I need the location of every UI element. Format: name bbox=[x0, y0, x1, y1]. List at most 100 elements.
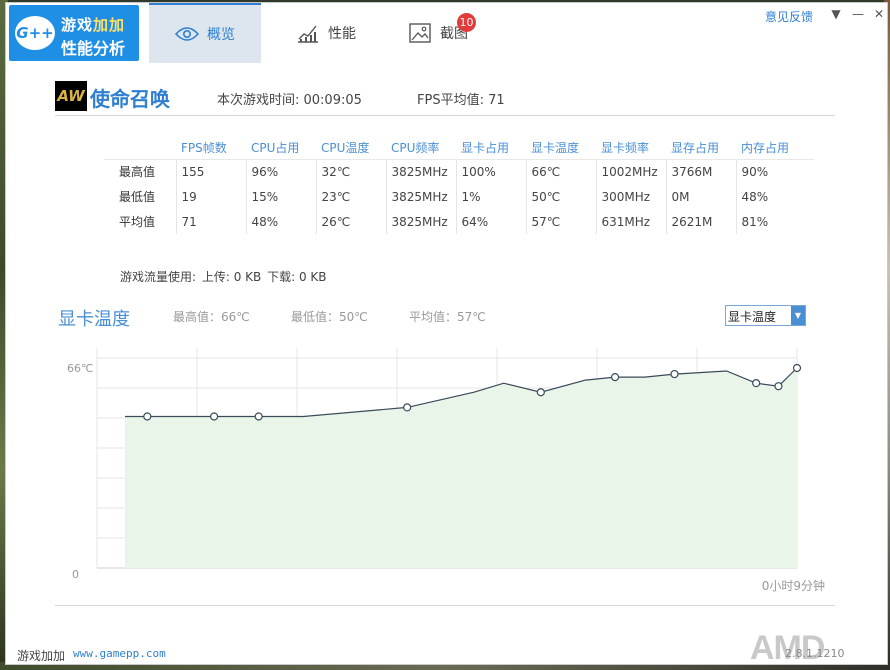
logo-mark: G++ bbox=[15, 16, 55, 50]
line-chart-icon bbox=[296, 22, 320, 44]
table-cell: 71 bbox=[175, 209, 246, 234]
table-cell: 3825MHz bbox=[385, 184, 456, 209]
data-point bbox=[670, 369, 679, 379]
app-logo: G++ 游戏加加 性能分析 bbox=[9, 5, 139, 61]
footer-url[interactable]: www.gamepp.com bbox=[73, 647, 166, 660]
tab-overview-label: 概览 bbox=[207, 27, 235, 43]
data-point bbox=[210, 412, 219, 421]
table-cell: 2621M bbox=[665, 209, 736, 234]
table-cell: 96% bbox=[245, 159, 316, 184]
row-label: 平均值 bbox=[119, 215, 156, 229]
footer-brand: 游戏加加 bbox=[17, 649, 66, 663]
table-cell: 81% bbox=[735, 209, 814, 234]
data-point bbox=[792, 363, 802, 373]
data-point bbox=[536, 388, 545, 397]
data-point bbox=[254, 412, 263, 421]
eye-icon bbox=[175, 26, 199, 42]
data-point bbox=[752, 379, 761, 388]
table-cell: 15% bbox=[245, 184, 316, 209]
stats-header-cpu-usage: CPU占用 bbox=[246, 137, 316, 160]
stats-row-max: 最高值 155 96% 32℃ 3825MHz 100% 66℃ 1002MHz… bbox=[104, 159, 814, 184]
stats-row-avg: 平均值 71 48% 26℃ 3825MHz 64% 57℃ 631MHz 26… bbox=[104, 209, 814, 234]
feedback-link[interactable]: 意见反馈 bbox=[765, 8, 813, 25]
metric-select-value: 显卡温度 bbox=[728, 310, 777, 324]
gpu-temp-chart: 0 66℃ 0小时9分钟 bbox=[67, 348, 825, 593]
table-cell: 66℃ bbox=[525, 159, 596, 184]
stats-header-gpu-usage: 显卡占用 bbox=[456, 137, 526, 160]
tab-screenshot[interactable]: 截图 bbox=[382, 3, 494, 63]
table-cell: 19 bbox=[175, 184, 246, 209]
data-point bbox=[403, 403, 412, 412]
table-cell: 57℃ bbox=[525, 209, 596, 234]
stats-header-ram: 内存占用 bbox=[736, 137, 814, 160]
table-cell: 0M bbox=[665, 184, 736, 209]
menu-dropdown-button[interactable]: ▼ bbox=[827, 5, 845, 23]
table-cell: 3825MHz bbox=[385, 159, 456, 184]
chevron-down-icon: ▼ bbox=[791, 306, 805, 325]
y-tick-label: 0 bbox=[72, 568, 79, 581]
game-title: 使命召唤 bbox=[90, 87, 170, 111]
tab-performance[interactable]: 性能 bbox=[270, 3, 382, 63]
table-cell: 48% bbox=[735, 184, 814, 209]
stats-header-vram: 显存占用 bbox=[666, 137, 736, 160]
table-cell: 32℃ bbox=[315, 159, 386, 184]
chart-min-value: 最低值：50℃ bbox=[291, 310, 368, 324]
data-point bbox=[610, 372, 620, 382]
stats-header-cpu-freq: CPU频率 bbox=[386, 137, 456, 160]
table-cell: 90% bbox=[735, 159, 814, 184]
traffic-upload: 上传: 0 KB bbox=[201, 270, 262, 284]
minimize-icon: — bbox=[852, 7, 864, 21]
logo-subtitle: 性能分析 bbox=[61, 39, 126, 58]
data-point bbox=[774, 382, 783, 391]
stats-header-fps: FPS帧数 bbox=[176, 137, 246, 160]
table-cell: 50℃ bbox=[525, 184, 596, 209]
chart-title: 显卡温度 bbox=[58, 309, 130, 330]
game-icon: AW bbox=[55, 81, 87, 111]
x-end-label: 0小时9分钟 bbox=[762, 578, 825, 593]
traffic-download: 下载: 0 KB bbox=[267, 270, 327, 284]
y-tick-label: 66℃ bbox=[67, 362, 93, 375]
chevron-down-icon: ▼ bbox=[831, 7, 841, 21]
chart-avg-value: 平均值：57℃ bbox=[409, 310, 486, 324]
table-cell: 64% bbox=[455, 209, 526, 234]
logo-title-part-2: 加加 bbox=[93, 16, 126, 34]
logo-title: 游戏加加 bbox=[61, 14, 125, 35]
stats-row-min: 最低值 19 15% 23℃ 3825MHz 1% 50℃ 300MHz 0M … bbox=[104, 184, 814, 209]
table-cell: 3766M bbox=[665, 159, 736, 184]
title-bar: G++ 游戏加加 性能分析 概览 性能 截图 10 意见反馈 ▼ — ✕ bbox=[6, 3, 887, 63]
stats-header-row: FPS帧数 CPU占用 CPU温度 CPU频率 显卡占用 显卡温度 显卡频率 显… bbox=[104, 137, 814, 160]
traffic-usage: 游戏流量使用: 上传: 0 KB 下载: 0 KB bbox=[120, 268, 329, 285]
screenshot-count-badge: 10 bbox=[457, 13, 476, 32]
tab-performance-label: 性能 bbox=[328, 26, 356, 42]
table-cell: 26℃ bbox=[315, 209, 386, 234]
table-cell: 23℃ bbox=[315, 184, 386, 209]
stats-header-gpu-freq: 显卡频率 bbox=[596, 137, 666, 160]
stats-header-gpu-temp: 显卡温度 bbox=[526, 137, 596, 160]
data-point bbox=[143, 412, 152, 421]
table-cell: 155 bbox=[175, 159, 246, 184]
table-cell: 3825MHz bbox=[385, 209, 456, 234]
close-button[interactable]: ✕ bbox=[870, 5, 887, 23]
picture-icon bbox=[408, 22, 432, 44]
series-area bbox=[125, 368, 797, 568]
table-cell: 48% bbox=[245, 209, 316, 234]
tab-overview[interactable]: 概览 bbox=[149, 3, 261, 63]
traffic-label: 游戏流量使用: bbox=[120, 270, 197, 284]
session-time: 本次游戏时间: 00:09:05 bbox=[217, 93, 362, 108]
divider bbox=[55, 115, 835, 116]
table-cell: 100% bbox=[455, 159, 526, 184]
minimize-button[interactable]: — bbox=[849, 5, 867, 23]
chart-max-value: 最高值：66℃ bbox=[173, 310, 250, 324]
divider bbox=[55, 605, 835, 606]
table-cell: 1002MHz bbox=[595, 159, 666, 184]
close-icon: ✕ bbox=[873, 7, 885, 21]
fps-average: FPS平均值: 71 bbox=[417, 93, 505, 108]
stats-table: FPS帧数 CPU占用 CPU温度 CPU频率 显卡占用 显卡温度 显卡频率 显… bbox=[104, 137, 814, 234]
metric-select[interactable]: 显卡温度 ▼ bbox=[725, 305, 806, 326]
table-cell: 1% bbox=[455, 184, 526, 209]
stats-header-cpu-temp: CPU温度 bbox=[316, 137, 386, 160]
table-cell: 631MHz bbox=[595, 209, 666, 234]
logo-title-part-1: 游戏 bbox=[61, 16, 94, 34]
row-label: 最高值 bbox=[119, 165, 156, 180]
stats-header-corner bbox=[104, 137, 176, 160]
